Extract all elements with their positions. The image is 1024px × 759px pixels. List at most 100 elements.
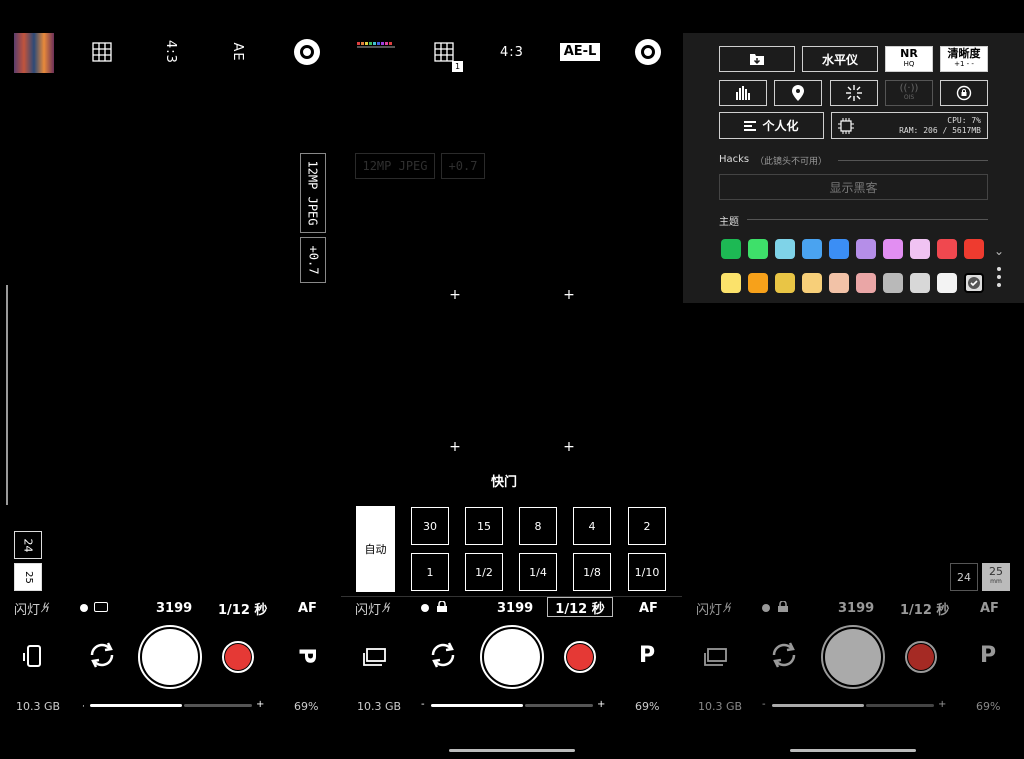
shutter-speed-option[interactable]: 4 [573,507,611,545]
lens-25-button[interactable]: 25 [14,563,42,591]
theme-swatch[interactable] [721,239,741,259]
shutter-speed-option[interactable]: 1/10 [628,553,666,591]
aspect-ratio-button[interactable]: 4:3 [157,39,185,65]
flash-label[interactable]: 闪灯 [355,599,381,618]
theme-swatch[interactable] [883,239,903,259]
lens-24-button[interactable]: 24 [950,563,978,591]
sharpness-sub: +1 - - [954,60,974,68]
system-monitor[interactable]: CPU: 7% RAM: 206 / 5617MB [831,112,988,139]
iso-value[interactable]: 3199 [156,601,192,616]
shutter-speed-option[interactable]: 30 [411,507,449,545]
theme-swatch[interactable] [775,273,795,293]
shutter-speed-option[interactable]: 15 [465,507,503,545]
zoom-progress-track[interactable] [866,704,934,707]
battery-label: 69% [976,699,1001,713]
lens-24-button[interactable]: 24 [14,531,42,559]
switch-camera-icon[interactable] [86,639,118,671]
theme-swatch[interactable] [748,273,768,293]
status-row: 闪灯 ϟ̸ 3199 1/12 秒 AF [14,598,334,618]
zoom-plus-icon[interactable]: + [938,699,946,710]
exposure-lock-button[interactable]: AE-L [560,43,600,61]
switch-camera-icon[interactable] [427,639,461,671]
mode-button[interactable]: P [294,647,319,663]
theme-swatch[interactable] [856,239,876,259]
zoom-plus-icon[interactable]: + [597,699,605,710]
burst-icon [846,85,862,101]
zoom-minus-icon[interactable]: - [421,699,425,710]
flash-label[interactable]: 闪灯 [696,599,722,618]
aspect-ratio-button[interactable]: 4:3 [497,38,527,66]
zoom-plus-icon[interactable]: + [256,699,264,710]
record-button[interactable] [905,641,937,673]
shutter-speed-option[interactable]: 8 [519,507,557,545]
theme-swatch[interactable] [802,273,822,293]
rotate-device-icon[interactable] [22,643,46,669]
theme-swatch[interactable] [910,273,930,293]
shutter-speed-option[interactable]: 1/4 [519,553,557,591]
format-badge[interactable]: 12MP JPEG [300,153,326,233]
theme-swatch[interactable] [829,273,849,293]
theme-swatch[interactable] [802,239,822,259]
shutter-speed-option[interactable]: 1/2 [465,553,503,591]
window-switch-icon[interactable] [363,645,389,667]
theme-swatch[interactable] [856,273,876,293]
zoom-progress-track[interactable] [525,704,593,707]
switch-camera-icon[interactable] [768,639,802,671]
focus-value[interactable]: AF [298,601,317,616]
exposure-mode-button[interactable]: AE [224,40,252,64]
theme-swatch[interactable] [775,239,795,259]
shutter-speed-option[interactable]: 1/8 [573,553,611,591]
chevron-down-icon[interactable]: ⌄ [994,244,1004,258]
ois-toggle[interactable]: ((·)) OIS [885,80,933,106]
flash-label[interactable]: 闪灯 [14,599,40,618]
shutter-auto-button[interactable]: 自动 [356,506,395,592]
settings-gear-button[interactable] [635,38,661,66]
iso-value[interactable]: 3199 [838,601,874,616]
shutter-value[interactable]: 1/12 秒 [900,599,949,618]
ev-badge[interactable]: +0.7 [300,237,326,283]
nr-button[interactable]: NR HQ [885,46,933,72]
zoom-minus-icon[interactable]: · [82,702,85,712]
focus-value[interactable]: AF [639,601,658,616]
save-location-button[interactable] [719,46,795,72]
theme-swatch[interactable] [937,273,957,293]
settings-gear-button[interactable] [294,38,320,66]
focus-peaking-toggle[interactable] [830,80,878,106]
personalize-button[interactable]: 个人化 [719,112,824,139]
show-hacks-button[interactable]: 显示黑客 [719,174,988,200]
shutter-value-selected[interactable]: 1/12 秒 [547,597,613,617]
level-button[interactable]: 水平仪 [802,46,878,72]
location-toggle[interactable] [774,80,822,106]
rotation-lock-toggle[interactable] [940,80,988,106]
zoom-minus-icon[interactable]: - [762,699,766,710]
theme-swatch[interactable] [829,239,849,259]
theme-swatch-selected[interactable] [964,273,984,293]
theme-swatch[interactable] [883,273,903,293]
record-button[interactable] [222,641,254,673]
zoom-progress-track[interactable] [184,704,252,707]
shutter-speed-option[interactable]: 1 [411,553,449,591]
theme-swatch[interactable] [748,239,768,259]
focus-value[interactable]: AF [980,601,999,616]
shutter-speed-option[interactable]: 2 [628,507,666,545]
shutter-value[interactable]: 1/12 秒 [218,599,267,618]
iso-value[interactable]: 3199 [497,601,533,616]
mode-button[interactable]: P [639,643,655,668]
home-indicator[interactable] [449,749,575,752]
theme-swatch[interactable] [937,239,957,259]
mode-button[interactable]: P [980,643,996,668]
lens-25-button[interactable]: 25 mm [982,563,1010,591]
theme-swatch[interactable] [910,239,930,259]
theme-swatch[interactable] [721,273,741,293]
record-button[interactable] [564,641,596,673]
window-switch-icon[interactable] [704,645,730,667]
color-histogram [357,34,395,48]
gallery-thumbnail[interactable] [14,33,54,73]
zoom-scrollbar[interactable] [6,285,8,505]
grid-icon[interactable] [92,38,112,66]
home-indicator[interactable] [790,749,916,752]
histogram-toggle[interactable] [719,80,767,106]
theme-swatch[interactable] [964,239,984,259]
more-options-icon[interactable] [997,266,1001,288]
sharpness-button[interactable]: 清晰度 +1 - - [940,46,988,72]
